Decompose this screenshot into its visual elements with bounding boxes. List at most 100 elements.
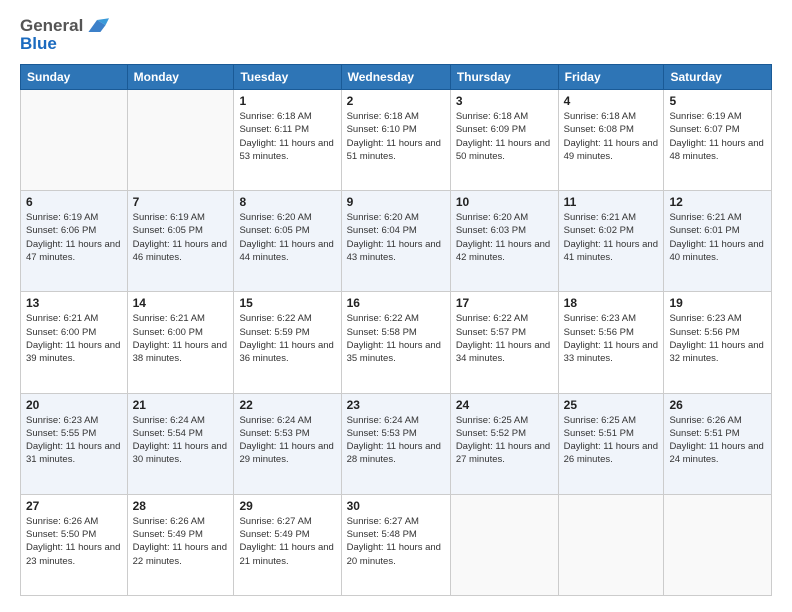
day-detail: Sunrise: 6:22 AM Sunset: 5:59 PM Dayligh… [239, 312, 335, 365]
day-number: 21 [133, 398, 229, 412]
day-detail: Sunrise: 6:26 AM Sunset: 5:51 PM Dayligh… [669, 414, 766, 467]
day-detail: Sunrise: 6:19 AM Sunset: 6:07 PM Dayligh… [669, 110, 766, 163]
table-row: 5Sunrise: 6:19 AM Sunset: 6:07 PM Daylig… [664, 90, 772, 191]
calendar-week-row: 27 Sunrise: 6:26 AM Sunset: 5:50 PM Dayli… [21, 494, 772, 595]
day-detail: Sunrise: 6:23 AM Sunset: 5:55 PM Dayligh… [26, 414, 122, 467]
table-row: 8 Sunrise: 6:20 AM Sunset: 6:05 PM Daylig… [234, 191, 341, 292]
day-number: 29 [239, 499, 335, 513]
col-monday: Monday [127, 65, 234, 90]
day-detail: Sunrise: 6:25 AM Sunset: 5:51 PM Dayligh… [564, 414, 659, 467]
day-number: 17 [456, 296, 553, 310]
calendar-week-row: 6 Sunrise: 6:19 AM Sunset: 6:06 PM Daylig… [21, 191, 772, 292]
table-row: 20 Sunrise: 6:23 AM Sunset: 5:55 PM Dayli… [21, 393, 128, 494]
day-detail: Sunrise: 6:22 AM Sunset: 5:58 PM Dayligh… [347, 312, 445, 365]
day-detail: Sunrise: 6:23 AM Sunset: 5:56 PM Dayligh… [669, 312, 766, 365]
calendar-week-row: 20 Sunrise: 6:23 AM Sunset: 5:55 PM Dayli… [21, 393, 772, 494]
calendar-week-row: 1 Sunrise: 6:18 AM Sunset: 6:11 PM Daylig… [21, 90, 772, 191]
calendar-week-row: 13Sunrise: 6:21 AM Sunset: 6:00 PM Dayli… [21, 292, 772, 393]
day-number: 10 [456, 195, 553, 209]
day-number: 15 [239, 296, 335, 310]
calendar-header-row: Sunday Monday Tuesday Wednesday Thursday… [21, 65, 772, 90]
logo: General Blue [20, 16, 109, 54]
table-row: 15 Sunrise: 6:22 AM Sunset: 5:59 PM Dayli… [234, 292, 341, 393]
table-row: 18 Sunrise: 6:23 AM Sunset: 5:56 PM Dayli… [558, 292, 664, 393]
table-row: 23 Sunrise: 6:24 AM Sunset: 5:53 PM Dayli… [341, 393, 450, 494]
col-tuesday: Tuesday [234, 65, 341, 90]
col-sunday: Sunday [21, 65, 128, 90]
day-number: 11 [564, 195, 659, 209]
day-detail: Sunrise: 6:18 AM Sunset: 6:11 PM Dayligh… [239, 110, 335, 163]
table-row: 11 Sunrise: 6:21 AM Sunset: 6:02 PM Dayli… [558, 191, 664, 292]
calendar-page: General Blue Sunday Monday Tuesday Wedne… [0, 0, 792, 612]
table-row: 1 Sunrise: 6:18 AM Sunset: 6:11 PM Daylig… [234, 90, 341, 191]
day-detail: Sunrise: 6:18 AM Sunset: 6:10 PM Dayligh… [347, 110, 445, 163]
table-row: 16 Sunrise: 6:22 AM Sunset: 5:58 PM Dayli… [341, 292, 450, 393]
day-number: 8 [239, 195, 335, 209]
table-row [558, 494, 664, 595]
day-detail: Sunrise: 6:21 AM Sunset: 6:01 PM Dayligh… [669, 211, 766, 264]
table-row [127, 90, 234, 191]
table-row: 7 Sunrise: 6:19 AM Sunset: 6:05 PM Daylig… [127, 191, 234, 292]
table-row: 19Sunrise: 6:23 AM Sunset: 5:56 PM Dayli… [664, 292, 772, 393]
day-number: 14 [133, 296, 229, 310]
day-number: 12 [669, 195, 766, 209]
day-detail: Sunrise: 6:22 AM Sunset: 5:57 PM Dayligh… [456, 312, 553, 365]
table-row [664, 494, 772, 595]
table-row: 22 Sunrise: 6:24 AM Sunset: 5:53 PM Dayli… [234, 393, 341, 494]
table-row: 2 Sunrise: 6:18 AM Sunset: 6:10 PM Daylig… [341, 90, 450, 191]
day-detail: Sunrise: 6:26 AM Sunset: 5:50 PM Dayligh… [26, 515, 122, 568]
col-thursday: Thursday [450, 65, 558, 90]
day-number: 20 [26, 398, 122, 412]
day-detail: Sunrise: 6:24 AM Sunset: 5:53 PM Dayligh… [347, 414, 445, 467]
day-number: 22 [239, 398, 335, 412]
table-row [21, 90, 128, 191]
day-number: 23 [347, 398, 445, 412]
day-detail: Sunrise: 6:27 AM Sunset: 5:48 PM Dayligh… [347, 515, 445, 568]
table-row: 12 Sunrise: 6:21 AM Sunset: 6:01 PM Dayli… [664, 191, 772, 292]
day-number: 3 [456, 94, 553, 108]
logo-general: General [20, 16, 83, 36]
day-detail: Sunrise: 6:26 AM Sunset: 5:49 PM Dayligh… [133, 515, 229, 568]
col-wednesday: Wednesday [341, 65, 450, 90]
day-detail: Sunrise: 6:21 AM Sunset: 6:02 PM Dayligh… [564, 211, 659, 264]
day-number: 30 [347, 499, 445, 513]
day-number: 27 [26, 499, 122, 513]
table-row: 27 Sunrise: 6:26 AM Sunset: 5:50 PM Dayli… [21, 494, 128, 595]
col-saturday: Saturday [664, 65, 772, 90]
day-number: 9 [347, 195, 445, 209]
day-detail: Sunrise: 6:24 AM Sunset: 5:53 PM Dayligh… [239, 414, 335, 467]
table-row: 13Sunrise: 6:21 AM Sunset: 6:00 PM Dayli… [21, 292, 128, 393]
day-number: 7 [133, 195, 229, 209]
table-row: 3 Sunrise: 6:18 AM Sunset: 6:09 PM Daylig… [450, 90, 558, 191]
day-detail: Sunrise: 6:25 AM Sunset: 5:52 PM Dayligh… [456, 414, 553, 467]
day-detail: Sunrise: 6:18 AM Sunset: 6:09 PM Dayligh… [456, 110, 553, 163]
day-detail: Sunrise: 6:18 AM Sunset: 6:08 PM Dayligh… [564, 110, 659, 163]
col-friday: Friday [558, 65, 664, 90]
day-detail: Sunrise: 6:19 AM Sunset: 6:05 PM Dayligh… [133, 211, 229, 264]
table-row: 25 Sunrise: 6:25 AM Sunset: 5:51 PM Dayli… [558, 393, 664, 494]
table-row: 9 Sunrise: 6:20 AM Sunset: 6:04 PM Daylig… [341, 191, 450, 292]
table-row: 17 Sunrise: 6:22 AM Sunset: 5:57 PM Dayli… [450, 292, 558, 393]
day-number: 16 [347, 296, 445, 310]
calendar-table: Sunday Monday Tuesday Wednesday Thursday… [20, 64, 772, 596]
logo-blue: Blue [20, 34, 109, 54]
table-row: 21Sunrise: 6:24 AM Sunset: 5:54 PM Dayli… [127, 393, 234, 494]
day-number: 6 [26, 195, 122, 209]
table-row: 10Sunrise: 6:20 AM Sunset: 6:03 PM Dayli… [450, 191, 558, 292]
day-number: 18 [564, 296, 659, 310]
day-number: 28 [133, 499, 229, 513]
table-row: 4Sunrise: 6:18 AM Sunset: 6:08 PM Daylig… [558, 90, 664, 191]
day-number: 25 [564, 398, 659, 412]
table-row: 26Sunrise: 6:26 AM Sunset: 5:51 PM Dayli… [664, 393, 772, 494]
day-detail: Sunrise: 6:23 AM Sunset: 5:56 PM Dayligh… [564, 312, 659, 365]
header: General Blue [20, 16, 772, 54]
day-detail: Sunrise: 6:19 AM Sunset: 6:06 PM Dayligh… [26, 211, 122, 264]
table-row: 29Sunrise: 6:27 AM Sunset: 5:49 PM Dayli… [234, 494, 341, 595]
day-detail: Sunrise: 6:21 AM Sunset: 6:00 PM Dayligh… [133, 312, 229, 365]
day-detail: Sunrise: 6:20 AM Sunset: 6:05 PM Dayligh… [239, 211, 335, 264]
day-number: 2 [347, 94, 445, 108]
table-row: 14 Sunrise: 6:21 AM Sunset: 6:00 PM Dayli… [127, 292, 234, 393]
day-detail: Sunrise: 6:20 AM Sunset: 6:04 PM Dayligh… [347, 211, 445, 264]
table-row: 24Sunrise: 6:25 AM Sunset: 5:52 PM Dayli… [450, 393, 558, 494]
day-number: 1 [239, 94, 335, 108]
